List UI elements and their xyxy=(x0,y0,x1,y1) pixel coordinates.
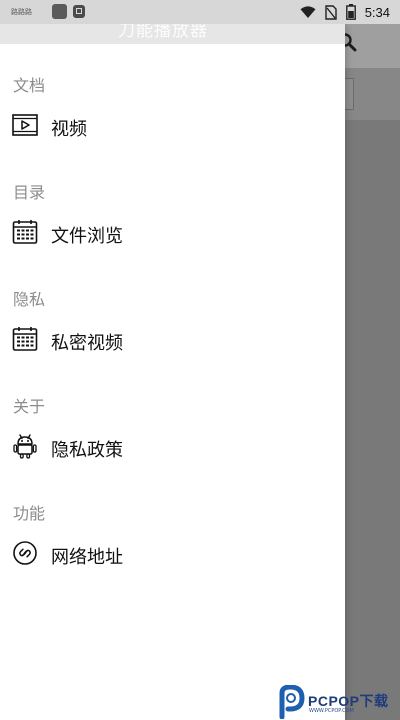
battery-icon xyxy=(345,4,356,20)
watermark-sub: WWW.PCPOP.COM xyxy=(309,708,354,714)
section-title: 关于 xyxy=(13,397,46,416)
pcpop-logo-icon xyxy=(279,685,305,719)
drawer-header: 刀能播放器 xyxy=(0,21,345,44)
drawer-item-label: 文件浏览 xyxy=(51,226,123,247)
wifi-icon xyxy=(300,5,316,18)
status-left-text: 路路路 xyxy=(11,9,32,16)
no-sim-icon xyxy=(324,4,337,20)
section-title: 文档 xyxy=(13,76,46,95)
calendar-grid-icon xyxy=(12,220,38,244)
drawer-item-label: 网络地址 xyxy=(51,547,123,568)
drawer-item-label: 私密视频 xyxy=(51,333,123,354)
drawer-item-label: 视频 xyxy=(51,119,87,140)
section-title: 功能 xyxy=(13,504,46,523)
notification-icon xyxy=(52,4,67,19)
status-bar: 路路路 5:34 xyxy=(0,0,400,24)
android-icon xyxy=(13,434,37,459)
section-title: 目录 xyxy=(13,183,46,202)
drawer-item-video[interactable]: 视频 xyxy=(0,108,345,144)
status-time: 5:34 xyxy=(364,4,390,20)
pcpop-watermark: PCPOP下载 WWW.PCPOP.COM xyxy=(276,683,400,720)
calendar-grid-icon xyxy=(12,327,38,351)
link-icon xyxy=(13,541,37,565)
status-right-cluster: 5:34 xyxy=(300,3,390,21)
drawer-item-private-video[interactable]: 私密视频 xyxy=(0,322,345,358)
drawer-item-network-address[interactable]: 网络地址 xyxy=(0,536,345,572)
notification-a-icon xyxy=(73,5,85,18)
section-title: 隐私 xyxy=(13,290,46,309)
drawer-item-label: 隐私政策 xyxy=(51,440,123,461)
navigation-drawer: 刀能播放器 文档 视频 目录 文件浏览 隐私 私密视频 关于 隐私政策 功能 网… xyxy=(0,21,345,720)
video-play-icon xyxy=(12,114,38,136)
drawer-item-privacy-policy[interactable]: 隐私政策 xyxy=(0,429,345,465)
screen: 路路路 5:34 刀能播放器 文档 视频 目录 文件浏览 隐私 私密视频 关于 … xyxy=(0,0,400,720)
drawer-item-file-browse[interactable]: 文件浏览 xyxy=(0,215,345,251)
